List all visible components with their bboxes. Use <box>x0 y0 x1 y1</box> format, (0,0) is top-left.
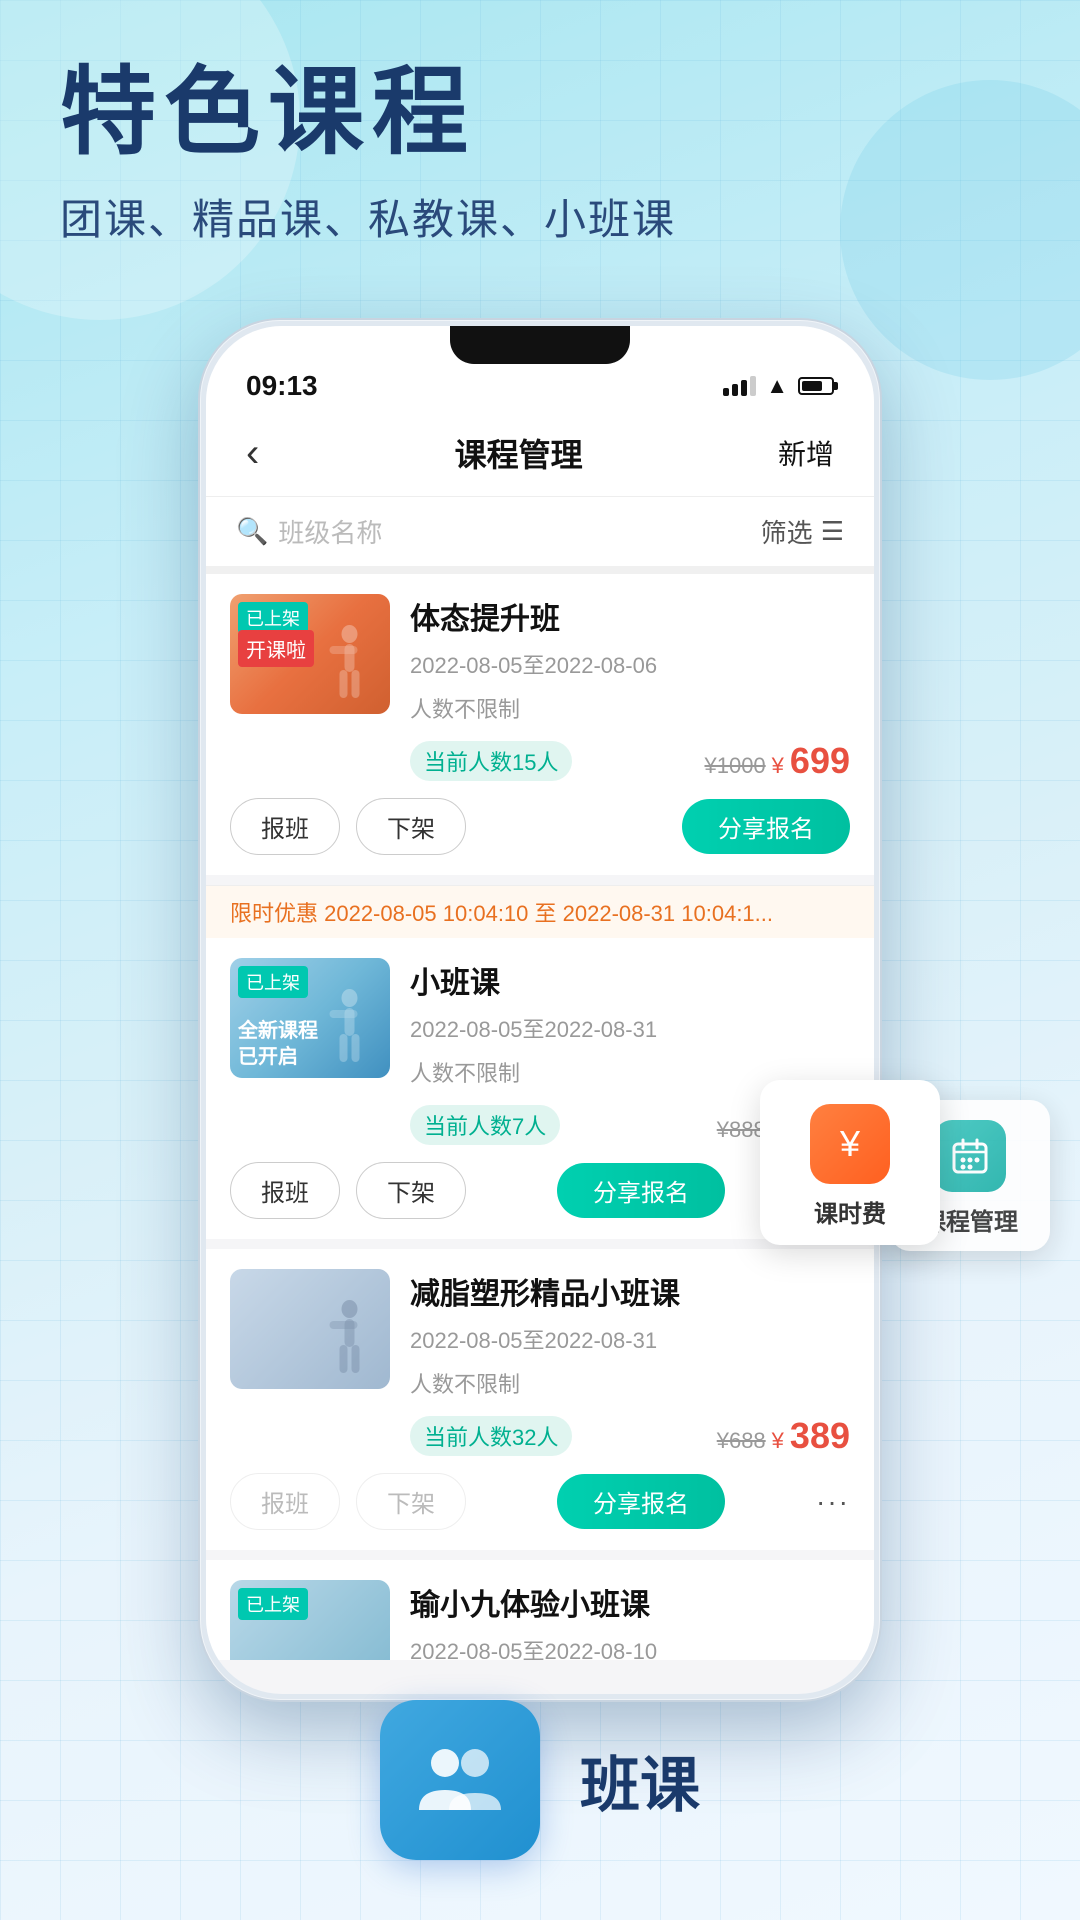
status-icons: ▲ <box>723 373 834 399</box>
price-current-1: 699 <box>790 740 850 782</box>
price-original-1: ¥1000 <box>704 753 765 779</box>
register-button-1[interactable]: 报班 <box>230 798 340 855</box>
figure-svg-2 <box>317 988 382 1078</box>
course-card-4: 已上架 瑜小九体验小班课 2022-08-05至2022-08-10 <box>206 1560 874 1660</box>
more-button-3[interactable]: ··· <box>816 1486 850 1518</box>
share-button-2[interactable]: 分享报名 <box>557 1163 725 1218</box>
price-symbol-1: ¥ <box>772 753 784 779</box>
course-card-4-top: 已上架 瑜小九体验小班课 2022-08-05至2022-08-10 <box>230 1580 850 1660</box>
nav-bar: ‹ 课程管理 新增 <box>206 410 874 497</box>
course-meta-1: 人数不限制 <box>410 692 850 732</box>
promo-bar-2: 限时优惠 2022-08-05 10:04:10 至 2022-08-31 10… <box>206 885 874 938</box>
course-card-1-top: 已上架 开课啦 <box>230 594 850 782</box>
yen-icon: ¥ <box>840 1123 860 1165</box>
nav-back-button[interactable]: ‹ <box>246 431 259 476</box>
phone-frame: 09:13 ▲ ‹ 课程管理 新增 <box>200 320 880 1700</box>
course-meta-3: 人数不限制 <box>410 1367 850 1407</box>
course-info-3: 减脂塑形精品小班课 2022-08-05至2022-08-31 人数不限制 当前… <box>410 1269 850 1457</box>
search-placeholder: 班级名称 <box>278 513 382 550</box>
course-card-3-top: 减脂塑形精品小班课 2022-08-05至2022-08-31 人数不限制 当前… <box>230 1269 850 1457</box>
course-image-3 <box>230 1269 390 1389</box>
banke-label: 班课 <box>580 1737 700 1824</box>
popup-fee-card[interactable]: ¥ 课时费 <box>760 1080 940 1245</box>
course-name-3: 减脂塑形精品小班课 <box>410 1269 850 1313</box>
shelf-button-3[interactable]: 下架 <box>356 1473 466 1530</box>
course-card-1: 已上架 开课啦 <box>206 574 874 875</box>
header-area: 特色课程 团课、精品课、私教课、小班课 <box>60 60 1020 247</box>
course-card-3: 减脂塑形精品小班课 2022-08-05至2022-08-31 人数不限制 当前… <box>206 1249 874 1550</box>
course-name-4: 瑜小九体验小班课 <box>410 1580 850 1624</box>
course-image-1: 已上架 开课啦 <box>230 594 390 714</box>
search-icon: 🔍 <box>236 516 268 547</box>
price-current-3: 389 <box>790 1415 850 1457</box>
popup-fee-label: 课时费 <box>776 1194 924 1229</box>
register-button-2[interactable]: 报班 <box>230 1162 340 1219</box>
calendar-icon <box>950 1136 990 1176</box>
course-image-2: 已上架 全新课程已开启 <box>230 958 390 1078</box>
shelf-button-2[interactable]: 下架 <box>356 1162 466 1219</box>
battery-fill <box>802 381 822 391</box>
limit-1: 人数不限制 <box>410 692 520 724</box>
search-input-wrap[interactable]: 🔍 班级名称 <box>236 513 382 550</box>
course-image-4: 已上架 <box>230 1580 390 1660</box>
signal-icon <box>723 376 756 396</box>
price-area-1: ¥1000 ¥ 699 <box>704 740 850 782</box>
limit-2: 人数不限制 <box>410 1056 520 1088</box>
figure-svg-1 <box>317 624 382 714</box>
phone-container: 09:13 ▲ ‹ 课程管理 新增 <box>200 320 880 1700</box>
course-meta-1b: 当前人数15人 ¥1000 ¥ 699 <box>410 740 850 782</box>
header-title: 特色课程 <box>60 60 1020 166</box>
popup-fee-icon: ¥ <box>810 1104 890 1184</box>
price-original-2: ¥888 <box>717 1117 766 1143</box>
price-original-3: ¥688 <box>717 1428 766 1454</box>
shelf-badge-4: 已上架 <box>238 1588 308 1620</box>
course-date-2: 2022-08-05至2022-08-31 <box>410 1012 850 1044</box>
course-date-1: 2022-08-05至2022-08-06 <box>410 648 850 680</box>
course-info-1: 体态提升班 2022-08-05至2022-08-06 人数不限制 当前人数15… <box>410 594 850 782</box>
card-footer-1: 报班 下架 分享报名 <box>230 798 850 855</box>
course-name-2: 小班课 <box>410 958 850 1002</box>
people-icon <box>415 1735 505 1825</box>
price-area-3: ¥688 ¥ 389 <box>717 1415 850 1457</box>
people-badge-3: 当前人数32人 <box>410 1416 572 1456</box>
shelf-button-1[interactable]: 下架 <box>356 798 466 855</box>
people-badge-1: 当前人数15人 <box>410 741 572 781</box>
img-overlay-2: 全新课程已开启 <box>238 1018 318 1070</box>
header-subtitle: 团课、精品课、私教课、小班课 <box>60 186 1020 247</box>
card-footer-2: 报班 下架 分享报名 ··· <box>230 1162 850 1219</box>
course-info-4: 瑜小九体验小班课 2022-08-05至2022-08-10 <box>410 1580 850 1660</box>
course-date-4: 2022-08-05至2022-08-10 <box>410 1634 850 1660</box>
bottom-area: 班课 <box>0 1700 1080 1860</box>
card-footer-3: 报班 下架 分享报名 ··· <box>230 1473 850 1530</box>
course-name-1: 体态提升班 <box>410 594 850 638</box>
search-area: 🔍 班级名称 筛选 ☰ <box>206 497 874 574</box>
share-button-3[interactable]: 分享报名 <box>557 1474 725 1529</box>
limit-3: 人数不限制 <box>410 1367 520 1399</box>
nav-title: 课程管理 <box>455 430 583 476</box>
price-symbol-3: ¥ <box>772 1428 784 1454</box>
search-filter-button[interactable]: 筛选 ☰ <box>761 513 844 550</box>
shelf-badge-2: 已上架 <box>238 966 308 998</box>
course-date-3: 2022-08-05至2022-08-31 <box>410 1323 850 1355</box>
phone-notch <box>450 326 630 364</box>
course-card-2-top: 已上架 全新课程已开启 <box>230 958 850 1146</box>
figure-svg-3 <box>317 1299 382 1389</box>
battery-icon <box>798 377 834 395</box>
share-button-1[interactable]: 分享报名 <box>682 799 850 854</box>
filter-icon: ☰ <box>821 516 844 547</box>
promo-badge-1: 开课啦 <box>238 630 314 667</box>
banke-app-icon[interactable] <box>380 1700 540 1860</box>
course-meta-3b: 当前人数32人 ¥688 ¥ 389 <box>410 1415 850 1457</box>
people-badge-2: 当前人数7人 <box>410 1105 560 1145</box>
phone-inner: 09:13 ▲ ‹ 课程管理 新增 <box>206 326 874 1694</box>
register-button-3[interactable]: 报班 <box>230 1473 340 1530</box>
status-time: 09:13 <box>246 370 318 402</box>
nav-add-button[interactable]: 新增 <box>778 433 834 473</box>
popup-mgmt-icon <box>934 1120 1006 1192</box>
wifi-icon: ▲ <box>766 373 788 399</box>
